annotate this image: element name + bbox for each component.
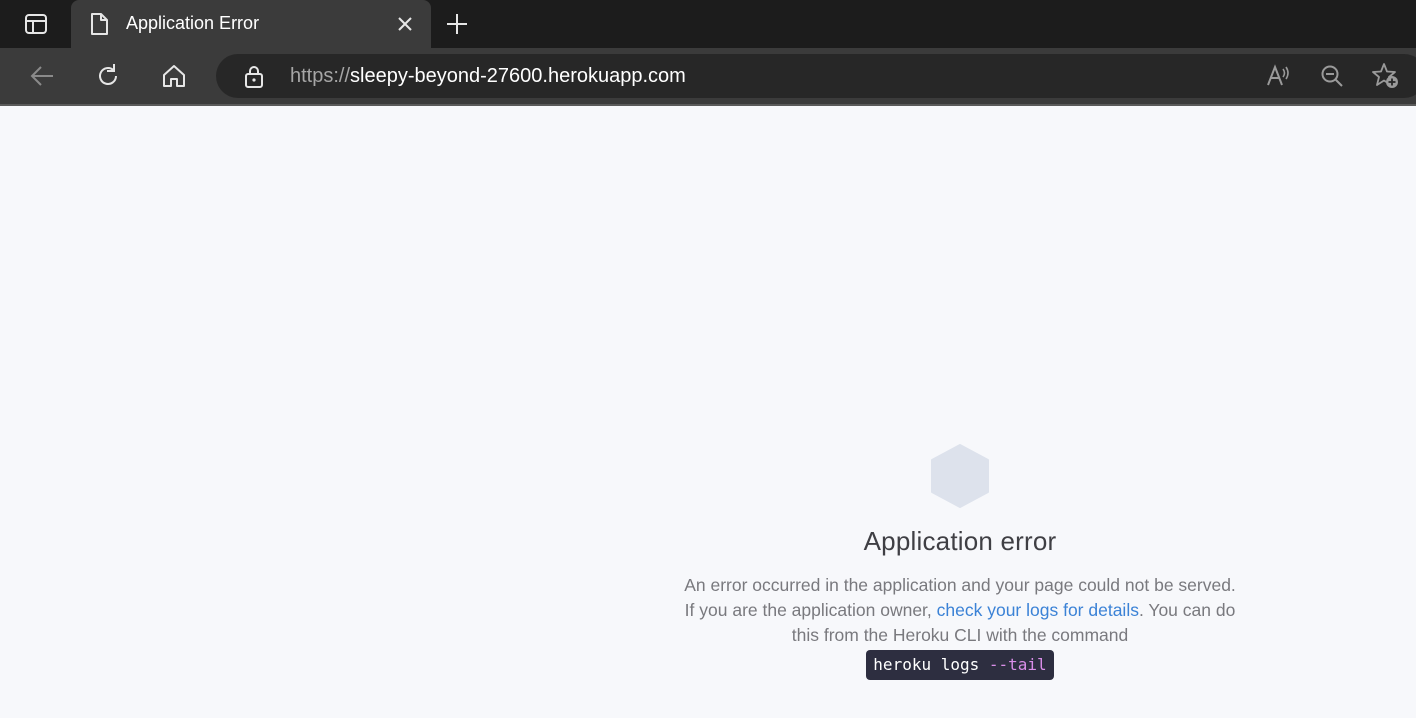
error-message: An error occurred in the application and… [680,573,1240,680]
cli-command: heroku logs --tail [866,650,1054,680]
active-tab[interactable]: Application Error [71,0,431,48]
lock-icon[interactable] [242,64,266,88]
home-icon[interactable] [160,62,188,90]
plus-icon[interactable] [444,11,470,37]
refresh-icon[interactable] [94,62,122,90]
zoom-out-icon[interactable] [1318,62,1346,90]
page-icon [91,13,108,35]
tab-actions-icon[interactable] [22,12,50,36]
tab-title: Application Error [126,13,260,33]
cli-command-base: heroku logs [873,655,989,674]
url-scheme: https:// [290,65,351,87]
error-heading: Application error [863,526,1057,556]
back-arrow-icon[interactable] [28,62,56,90]
close-icon[interactable] [396,15,414,33]
browser-toolbar: https://sleepy-beyond-27600.herokuapp.co… [0,48,1416,106]
url-text[interactable]: https://sleepy-beyond-27600.herokuapp.co… [290,65,686,88]
error-panel: Application error An error occurred in t… [680,444,1240,680]
tab-strip: Application Error [0,0,1416,48]
cli-command-flag: --tail [988,655,1047,674]
url-host: sleepy-beyond-27600.herokuapp.com [350,65,686,87]
check-logs-link[interactable]: check your logs for details [937,600,1139,620]
add-favorite-icon[interactable] [1372,62,1400,90]
address-bar[interactable]: https://sleepy-beyond-27600.herokuapp.co… [216,54,1416,98]
hexagon-icon [931,444,989,508]
read-aloud-icon[interactable] [1264,62,1292,90]
